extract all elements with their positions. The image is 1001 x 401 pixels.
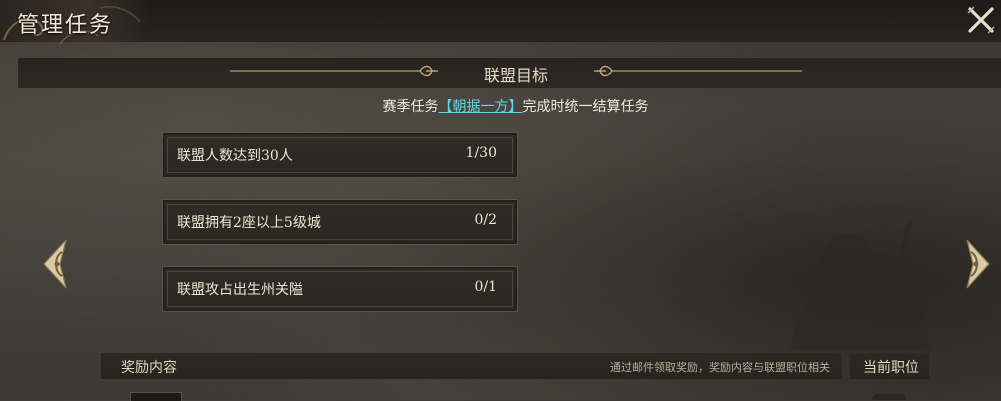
task-row: 联盟攻占出生州关隘 0/1 <box>162 266 518 312</box>
task-name: 联盟攻占出生州关隘 <box>177 282 303 298</box>
left-ornament-icon <box>230 65 438 77</box>
avatar <box>872 394 906 400</box>
position-header: 当前职位 <box>850 353 929 379</box>
reward-header: 奖励内容 通过邮件领取奖励，奖励内容与联盟职位相关 <box>101 353 842 379</box>
reward-title: 奖励内容 <box>121 360 177 376</box>
close-x-icon <box>967 6 995 34</box>
warrior-silhouette <box>790 219 930 350</box>
ornate-right-arrow-icon[interactable] <box>961 238 993 290</box>
task-row: 联盟拥有2座以上5级城 0/2 <box>162 199 518 245</box>
season-task-subtitle: 赛季任务【朝据一方】完成时统一结算任务 <box>300 96 731 116</box>
task-row: 联盟人数达到30人 1/30 <box>162 132 518 178</box>
task-progress: 0/2 <box>474 212 497 228</box>
reward-note: 通过邮件领取奖励，奖励内容与联盟职位相关 <box>610 361 830 374</box>
section-title: 联盟目标 <box>483 66 548 85</box>
subtitle-prefix: 赛季任务 <box>382 99 439 115</box>
position-title: 当前职位 <box>863 360 919 376</box>
task-name: 联盟拥有2座以上5级城 <box>177 215 321 231</box>
right-ornament-icon <box>594 65 802 77</box>
task-progress: 1/30 <box>465 145 497 161</box>
season-task-link[interactable]: 【朝据一方】 <box>439 99 523 115</box>
subtitle-suffix: 完成时统一结算任务 <box>522 99 649 115</box>
close-button[interactable] <box>962 2 1000 38</box>
task-progress: 0/1 <box>474 279 497 295</box>
ornate-left-arrow-icon[interactable] <box>40 238 72 290</box>
page-title: 管理任务 <box>17 13 114 38</box>
task-name: 联盟人数达到30人 <box>177 148 293 164</box>
